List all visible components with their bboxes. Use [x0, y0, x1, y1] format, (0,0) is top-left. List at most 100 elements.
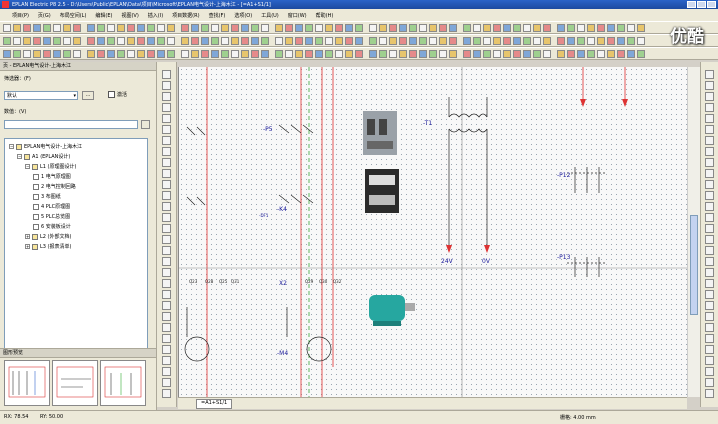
toolbar-icon[interactable]	[201, 36, 209, 45]
toolbar-icon[interactable]	[557, 36, 565, 45]
toolbar-icon[interactable]	[251, 36, 259, 45]
toolbar-icon[interactable]	[439, 23, 447, 32]
toolbar-icon[interactable]	[127, 36, 135, 45]
toolbar-icon[interactable]	[705, 136, 714, 145]
toolbar-icon[interactable]	[137, 49, 145, 58]
toolbar-icon[interactable]	[503, 36, 511, 45]
toolbar-icon[interactable]	[355, 23, 363, 32]
toolbar-icon[interactable]	[597, 49, 605, 58]
toolbar-icon[interactable]	[705, 169, 714, 178]
menu-window[interactable]: 窗口(W)	[288, 12, 307, 19]
toolbar-icon[interactable]	[379, 49, 387, 58]
toolbar-icon[interactable]	[567, 36, 575, 45]
toolbar-icon[interactable]	[23, 23, 31, 32]
toolbar-icon[interactable]	[523, 49, 531, 58]
toolbar-icon[interactable]	[162, 301, 171, 310]
toolbar-icon[interactable]	[241, 23, 249, 32]
toolbar-icon[interactable]	[345, 23, 353, 32]
toolbar-icon[interactable]	[147, 23, 155, 32]
toolbar-icon[interactable]	[63, 36, 71, 45]
toolbar-icon[interactable]	[533, 36, 541, 45]
value-input[interactable]	[4, 120, 138, 129]
toolbar-icon[interactable]	[355, 36, 363, 45]
toolbar-icon[interactable]	[705, 246, 714, 255]
toolbar-icon[interactable]	[473, 49, 481, 58]
toolbar-icon[interactable]	[33, 23, 41, 32]
toolbar-icon[interactable]	[463, 23, 471, 32]
toolbar-icon[interactable]	[23, 36, 31, 45]
menu-edit[interactable]: 编辑(E)	[95, 12, 112, 19]
toolbar-icon[interactable]	[627, 36, 635, 45]
toolbar-icon[interactable]	[162, 290, 171, 299]
toolbar-icon[interactable]	[705, 180, 714, 189]
preview-thumbnail-2[interactable]	[52, 360, 98, 406]
toolbar-icon[interactable]	[597, 23, 605, 32]
toolbar-icon[interactable]	[181, 36, 189, 45]
toolbar-icon[interactable]	[557, 23, 565, 32]
toolbar-icon[interactable]	[295, 23, 303, 32]
toolbar-icon[interactable]	[369, 49, 377, 58]
toolbar-icon[interactable]	[513, 23, 521, 32]
toolbar-icon[interactable]	[211, 23, 219, 32]
toolbar-icon[interactable]	[543, 36, 551, 45]
page-tab[interactable]: =A1+S1/1	[196, 399, 233, 409]
toolbar-icon[interactable]	[315, 23, 323, 32]
toolbar-icon[interactable]	[221, 49, 229, 58]
value-browse-button[interactable]	[141, 120, 150, 129]
minimize-button[interactable]	[687, 1, 696, 8]
tree-folder-item[interactable]: − L1 (原理图设计)	[25, 163, 76, 170]
toolbar-icon[interactable]	[162, 268, 171, 277]
toolbar-icon[interactable]	[705, 235, 714, 244]
toolbar-icon[interactable]	[162, 180, 171, 189]
preview-thumbnail-3[interactable]	[100, 360, 146, 406]
toolbar-icon[interactable]	[285, 36, 293, 45]
toolbar-icon[interactable]	[325, 36, 333, 45]
toolbar-icon[interactable]	[627, 49, 635, 58]
toolbar-icon[interactable]	[162, 114, 171, 123]
toolbar-icon[interactable]	[63, 49, 71, 58]
toolbar-icon[interactable]	[705, 378, 714, 387]
toolbar-icon[interactable]	[221, 36, 229, 45]
filter-select[interactable]: 默认	[4, 91, 78, 100]
toolbar-icon[interactable]	[567, 49, 575, 58]
toolbar-icon[interactable]	[335, 23, 343, 32]
toolbar-icon[interactable]	[127, 23, 135, 32]
tree-folder-item[interactable]: − EPLAN电气设计-上海木江	[9, 143, 82, 150]
toolbar-icon[interactable]	[523, 23, 531, 32]
toolbar-icon[interactable]	[3, 36, 11, 45]
toolbar-icon[interactable]	[335, 49, 343, 58]
toolbar-icon[interactable]	[429, 23, 437, 32]
toolbar-icon[interactable]	[449, 36, 457, 45]
toolbar-icon[interactable]	[201, 49, 209, 58]
toolbar-icon[interactable]	[503, 23, 511, 32]
toolbar-icon[interactable]	[53, 23, 61, 32]
checkbox-box[interactable]	[108, 91, 115, 98]
toolbar-icon[interactable]	[607, 23, 615, 32]
toolbar-icon[interactable]	[705, 191, 714, 200]
toolbar-icon[interactable]	[162, 378, 171, 387]
toolbar-icon[interactable]	[705, 290, 714, 299]
toolbar-icon[interactable]	[325, 23, 333, 32]
toolbar-icon[interactable]	[181, 23, 189, 32]
toolbar-icon[interactable]	[162, 279, 171, 288]
scroll-thumb[interactable]	[690, 215, 698, 315]
toolbar-icon[interactable]	[463, 36, 471, 45]
toolbar-icon[interactable]	[117, 49, 125, 58]
toolbar-icon[interactable]	[587, 36, 595, 45]
toolbar-icon[interactable]	[627, 23, 635, 32]
toolbar-icon[interactable]	[705, 334, 714, 343]
toolbar-icon[interactable]	[43, 36, 51, 45]
toolbar-icon[interactable]	[473, 36, 481, 45]
toolbar-icon[interactable]	[567, 23, 575, 32]
toolbar-icon[interactable]	[3, 49, 11, 58]
toolbar-icon[interactable]	[409, 36, 417, 45]
toolbar-icon[interactable]	[87, 49, 95, 58]
toolbar-icon[interactable]	[705, 257, 714, 266]
toolbar-icon[interactable]	[117, 36, 125, 45]
toolbar-icon[interactable]	[419, 49, 427, 58]
expand-toggle-icon[interactable]: +	[25, 234, 30, 239]
toolbar-icon[interactable]	[449, 23, 457, 32]
toolbar-icon[interactable]	[705, 367, 714, 376]
toolbar-icon[interactable]	[107, 36, 115, 45]
toolbar-icon[interactable]	[577, 49, 585, 58]
